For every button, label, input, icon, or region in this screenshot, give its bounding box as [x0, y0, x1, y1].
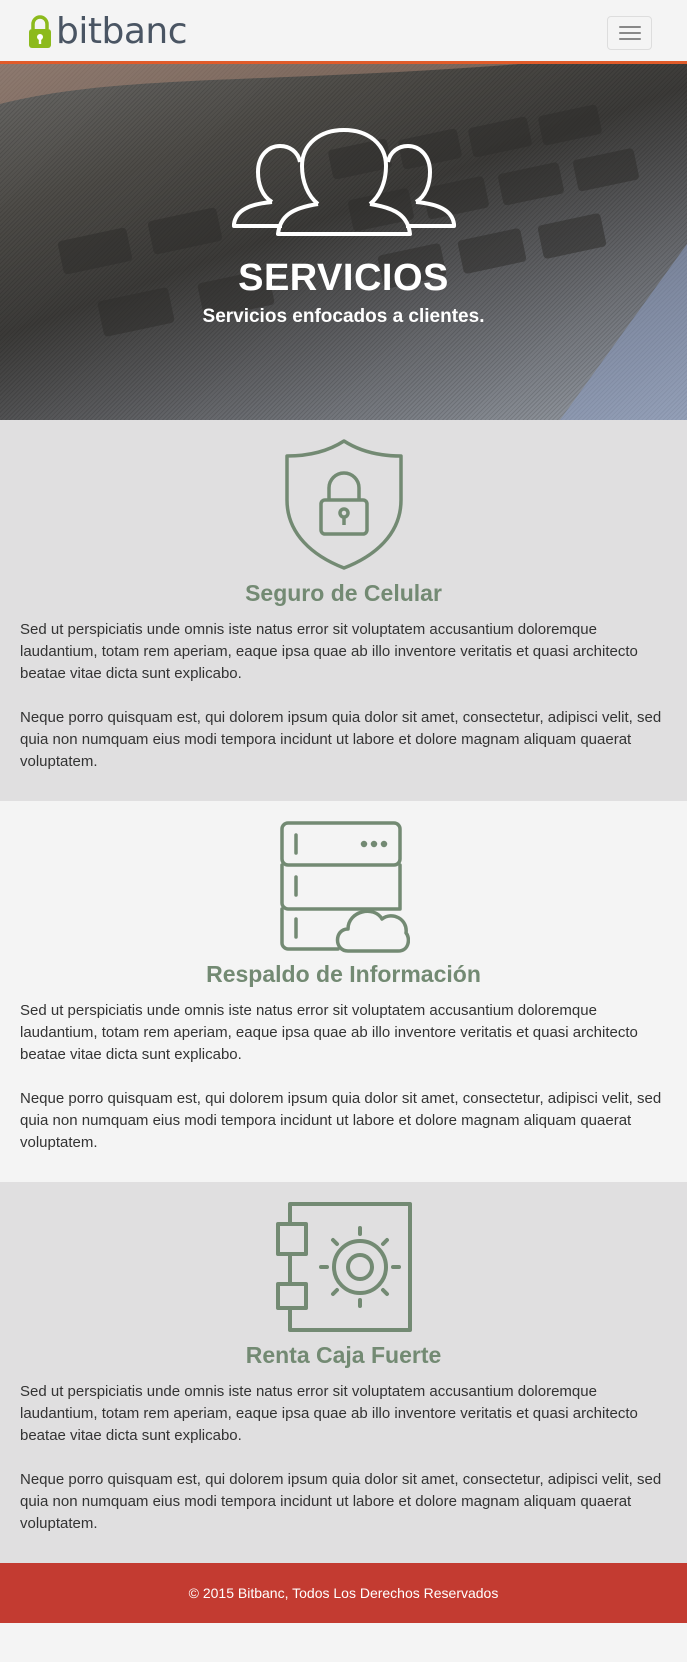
server-cloud-icon: [279, 821, 410, 953]
shield-lock-icon: [284, 439, 403, 570]
service-renta-caja-fuerte: Renta Caja Fuerte Sed ut perspiciatis un…: [0, 1182, 687, 1563]
menu-toggle-button[interactable]: [607, 16, 652, 50]
service-title: Seguro de Celular: [245, 580, 442, 606]
navbar: bitbanc: [0, 0, 687, 64]
footer: © 2015 Bitbanc, Todos Los Derechos Reser…: [0, 1563, 687, 1623]
lock-icon: [29, 15, 51, 48]
users-group-icon: [231, 128, 456, 236]
hamburger-icon: [618, 26, 641, 28]
service-title: Respaldo de Información: [206, 961, 481, 987]
service-seguro-celular: Seguro de Celular Sed ut perspiciatis un…: [0, 420, 687, 801]
footer-copyright: © 2015 Bitbanc, Todos Los Derechos Reser…: [188, 1585, 499, 1601]
service-paragraph: Sed ut perspiciatis unde omnis iste natu…: [20, 621, 638, 682]
service-respaldo-informacion: Respaldo de Información Sed ut perspicia…: [0, 801, 687, 1182]
service-paragraph: Neque porro quisquam est, qui dolorem ip…: [20, 709, 662, 770]
brand-name: bitbanc: [56, 11, 188, 52]
hero-subtitle: Servicios enfocados a clientes.: [202, 305, 485, 327]
brand-logo[interactable]: bitbanc: [28, 11, 188, 52]
hero-content: SERVICIOS Servicios enfocados a clientes…: [0, 126, 687, 328]
service-paragraph: Sed ut perspiciatis unde omnis iste natu…: [20, 1383, 638, 1444]
service-paragraph: Neque porro quisquam est, qui dolorem ip…: [20, 1090, 662, 1151]
service-paragraph: Neque porro quisquam est, qui dolorem ip…: [20, 1471, 662, 1532]
hero-title: SERVICIOS: [238, 257, 449, 299]
safe-icon: [275, 1202, 412, 1332]
service-paragraph: Sed ut perspiciatis unde omnis iste natu…: [20, 1002, 638, 1063]
service-title: Renta Caja Fuerte: [245, 1342, 442, 1368]
hero-banner: SERVICIOS Servicios enfocados a clientes…: [0, 64, 687, 420]
